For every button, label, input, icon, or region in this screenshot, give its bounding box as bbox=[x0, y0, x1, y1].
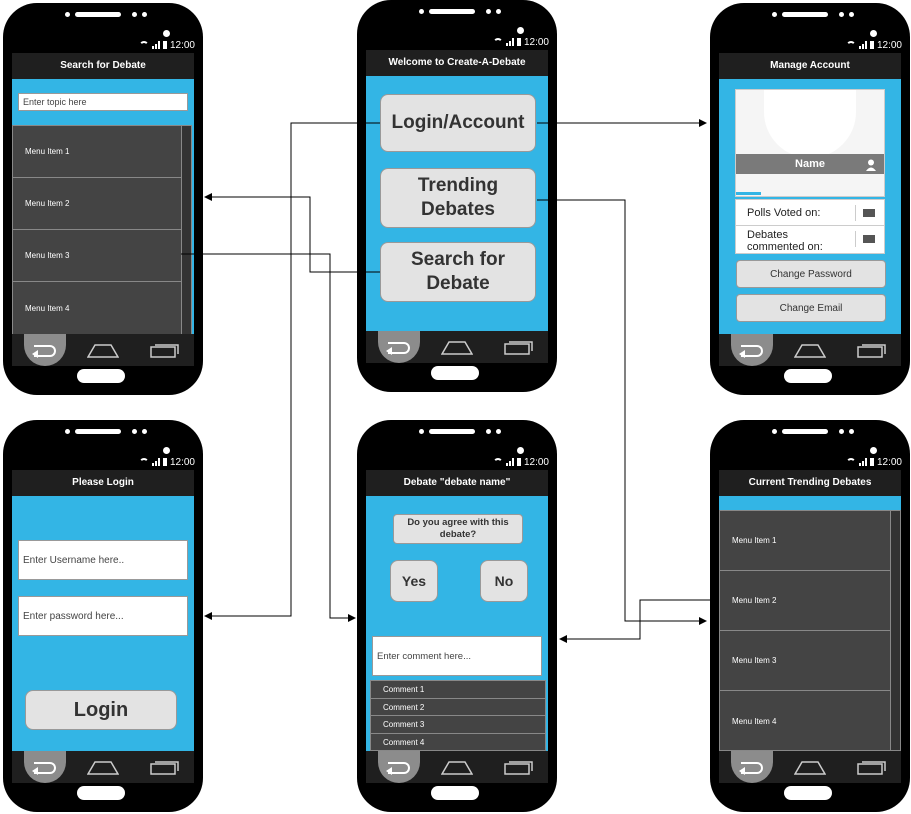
connector-trendingitem-to-debate bbox=[559, 599, 719, 643]
connector-search-to-searchscreen bbox=[204, 193, 380, 273]
connector-searchitem-to-debate bbox=[181, 253, 356, 622]
connector-trending-to-trendingscreen bbox=[537, 199, 707, 625]
flow-connectors bbox=[181, 119, 719, 643]
